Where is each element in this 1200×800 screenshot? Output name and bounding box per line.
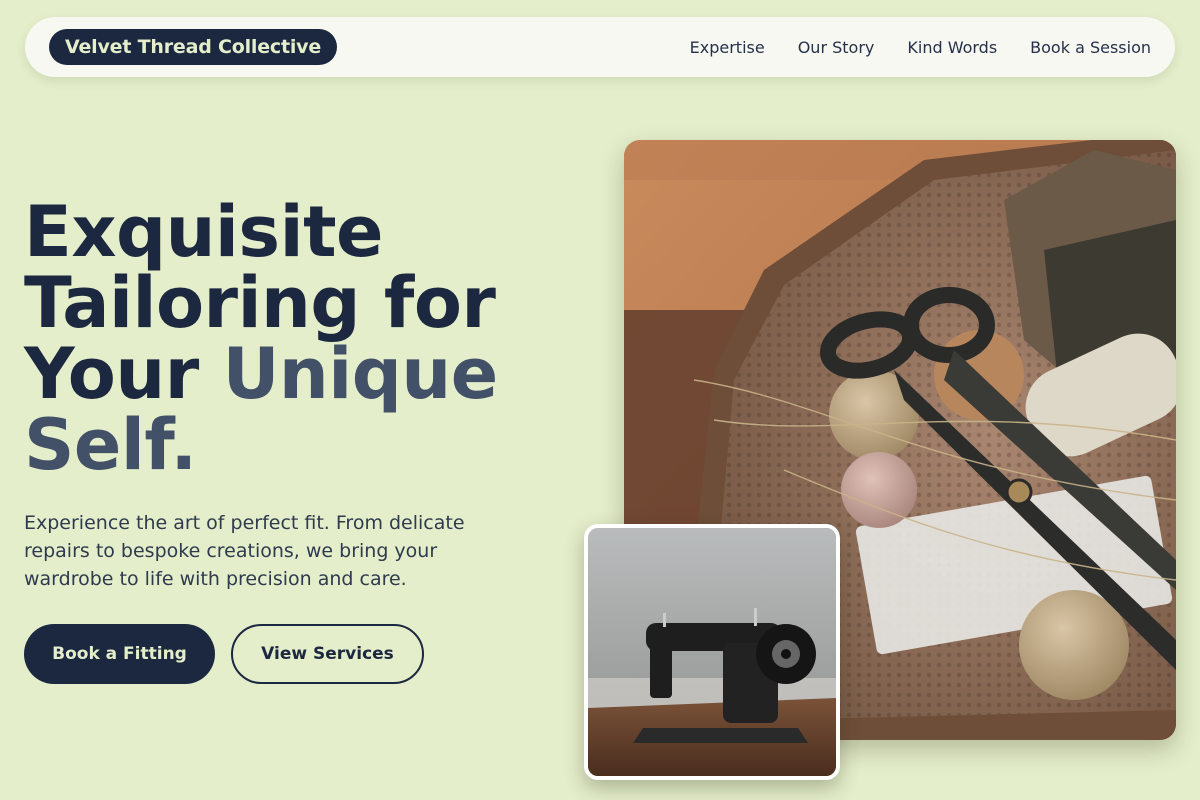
headline-line-2: Tailoring for [24,262,496,344]
nav-link-expertise[interactable]: Expertise [690,38,765,57]
sewing-machine-photo [584,524,840,780]
view-services-button[interactable]: View Services [231,624,424,684]
headline-line-3a: Your [24,333,223,415]
brand-logo[interactable]: Velvet Thread Collective [49,29,338,65]
headline-line-1: Exquisite [24,191,384,273]
nav-link-book-session[interactable]: Book a Session [1030,38,1151,57]
nav-link-our-story[interactable]: Our Story [798,38,875,57]
book-fitting-button[interactable]: Book a Fitting [24,624,215,684]
hero-headline: Exquisite Tailoring for Your Unique Self… [24,197,584,481]
nav-links: Expertise Our Story Kind Words Book a Se… [690,38,1151,57]
top-nav: Velvet Thread Collective Expertise Our S… [25,17,1175,77]
headline-line-4: Self. [24,404,197,486]
hero-subtext: Experience the art of perfect fit. From … [24,512,465,590]
headline-line-3b: Unique [222,333,499,415]
nav-link-kind-words[interactable]: Kind Words [907,38,997,57]
